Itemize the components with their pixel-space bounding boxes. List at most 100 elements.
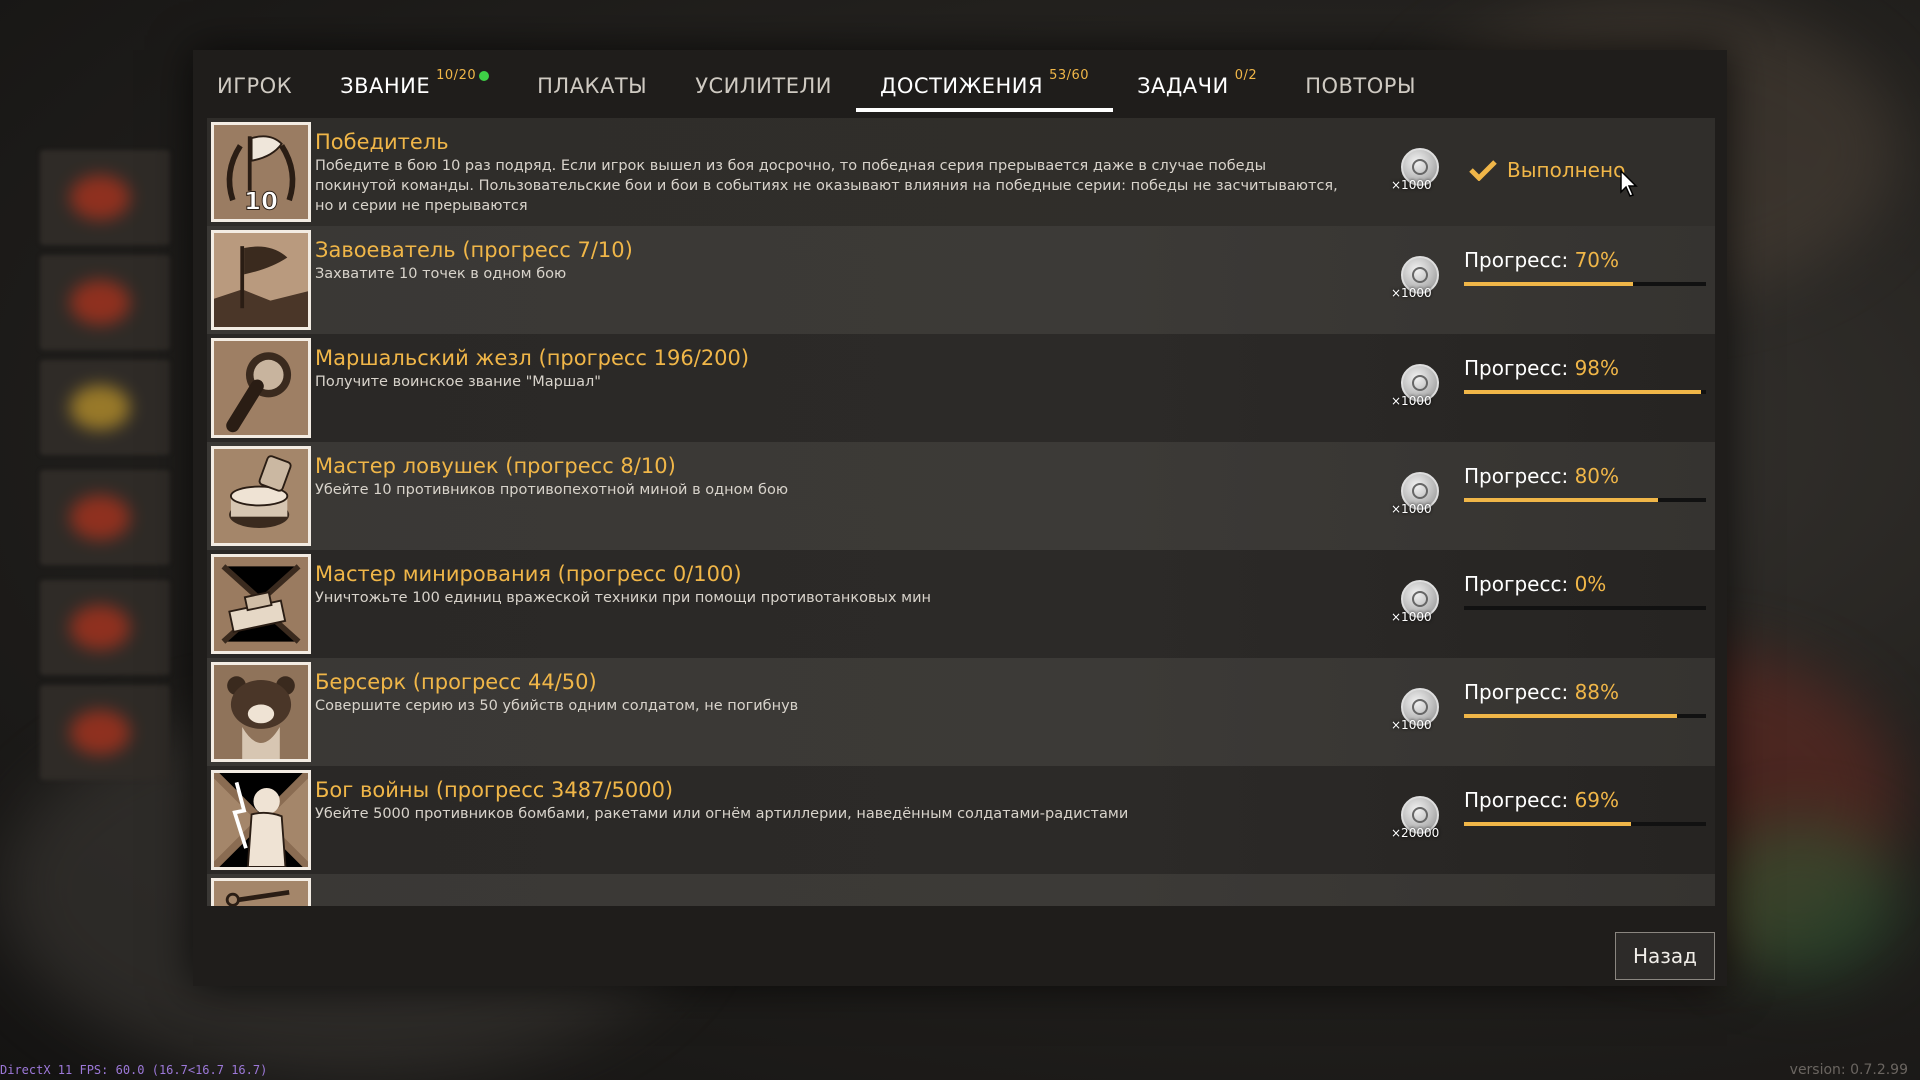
progress-percent: 0%: [1574, 572, 1607, 596]
tab-achievements[interactable]: ДОСТИЖЕНИЯ 53/60: [855, 64, 1114, 112]
tab-rank[interactable]: ЗВАНИЕ 10/20: [316, 64, 513, 112]
tab-player[interactable]: ИГРОК: [193, 64, 316, 112]
marshal-baton-icon: [211, 338, 311, 438]
reward-amount: ×1000: [1391, 610, 1432, 624]
achievement-description: Победите в бою 10 раз подряд. Если игрок…: [315, 158, 1338, 214]
completed-label: Выполнено: [1507, 158, 1626, 182]
reward-medal: ×20000: [1391, 796, 1441, 840]
progress-bar-fill: [1464, 822, 1631, 826]
zeus-lightning-icon: [211, 770, 311, 870]
progress-bar: [1464, 822, 1706, 826]
tab-replays[interactable]: ПОВТОРЫ: [1281, 64, 1440, 112]
achievement-list[interactable]: 10 Победитель Победите в бою 10 раз подр…: [207, 118, 1715, 906]
progress-label: Прогресс:: [1464, 572, 1569, 596]
progress-bar-fill: [1464, 714, 1677, 718]
tab-posters[interactable]: ПЛАКАТЫ: [513, 64, 671, 112]
achievement-row[interactable]: Маршальский жезл (прогресс 196/200) Полу…: [207, 334, 1715, 442]
progress-indicator: Прогресс: 70%: [1464, 248, 1708, 288]
progress-bar-fill: [1464, 498, 1658, 502]
achievement-row[interactable]: Завоеватель (прогресс 7/10) Захватите 10…: [207, 226, 1715, 334]
achievement-title: Победитель: [315, 130, 449, 154]
tab-badge: 53/60: [1049, 68, 1090, 83]
tab-tasks[interactable]: ЗАДАЧИ 0/2: [1113, 64, 1281, 112]
achievements-panel: ИГРОК ЗВАНИЕ 10/20 ПЛАКАТЫ УСИЛИТЕЛИ ДОСТ…: [193, 50, 1727, 986]
reward-amount: ×1000: [1391, 394, 1432, 408]
achievement-description: Убейте 10 противников противопехотной ми…: [315, 482, 789, 498]
progress-percent: 98%: [1574, 356, 1620, 380]
notification-dot-icon: [479, 71, 490, 81]
progress-bar: [1464, 606, 1706, 610]
tab-label: УСИЛИТЕЛИ: [695, 74, 832, 98]
achievement-title: Берсерк (прогресс 44/50): [315, 670, 597, 694]
achievement-row[interactable]: Мастер ловушек (прогресс 8/10) Убейте 10…: [207, 442, 1715, 550]
achievement-description: Получите воинское звание "Маршал": [315, 374, 601, 390]
reward-amount: ×1000: [1391, 718, 1432, 732]
progress-percent: 69%: [1574, 788, 1620, 812]
achievement-icon: [211, 878, 311, 906]
tab-label: ПЛАКАТЫ: [537, 74, 648, 98]
reward-medal: ×1000: [1391, 148, 1441, 192]
progress-label: Прогресс:: [1464, 356, 1569, 380]
achievement-row[interactable]: Мастер минирования (прогресс 0/100) Унич…: [207, 550, 1715, 658]
achievement-description: Убейте 5000 противников бомбами, ракетам…: [315, 806, 1129, 822]
progress-indicator: Прогресс: 80%: [1464, 464, 1708, 504]
back-button[interactable]: Назад: [1615, 932, 1715, 980]
achievement-description: Захватите 10 точек в одном бою: [315, 266, 567, 282]
progress-indicator: Прогресс: 0%: [1464, 572, 1708, 612]
achievement-row[interactable]: Берсерк (прогресс 44/50) Совершите серию…: [207, 658, 1715, 766]
checkmark-icon: [1469, 160, 1497, 181]
tab-badge: 10/20: [436, 68, 477, 83]
progress-bar: [1464, 390, 1706, 394]
reward-amount: ×20000: [1391, 826, 1440, 840]
svg-text:10: 10: [244, 187, 278, 216]
achievement-row[interactable]: 10 Победитель Победите в бою 10 раз подр…: [207, 118, 1715, 226]
progress-indicator: Прогресс: 69%: [1464, 788, 1708, 828]
progress-bar: [1464, 282, 1706, 286]
tab-label: ЗВАНИЕ: [340, 74, 431, 98]
achievement-title: Мастер ловушек (прогресс 8/10): [315, 454, 676, 478]
reward-medal: ×1000: [1391, 580, 1441, 624]
progress-percent: 88%: [1574, 680, 1620, 704]
progress-bar-fill: [1464, 282, 1634, 286]
tab-bar: ИГРОК ЗВАНИЕ 10/20 ПЛАКАТЫ УСИЛИТЕЛИ ДОСТ…: [193, 50, 1727, 118]
reward-medal: ×1000: [1391, 472, 1441, 516]
tab-boosters[interactable]: УСИЛИТЕЛИ: [671, 64, 856, 112]
flag-icon: [211, 230, 311, 330]
reward-amount: ×1000: [1391, 178, 1432, 192]
achievement-title: Бог войны (прогресс 3487/5000): [315, 778, 674, 802]
tab-label: ИГРОК: [217, 74, 293, 98]
bear-warrior-icon: [211, 662, 311, 762]
progress-label: Прогресс:: [1464, 788, 1569, 812]
version-label: version: 0.7.2.99: [1789, 1062, 1908, 1078]
progress-bar-fill: [1464, 390, 1702, 394]
progress-percent: 80%: [1574, 464, 1620, 488]
reward-amount: ×1000: [1391, 286, 1432, 300]
progress-label: Прогресс:: [1464, 464, 1569, 488]
progress-percent: 70%: [1574, 248, 1620, 272]
achievement-title: Мастер минирования (прогресс 0/100): [315, 562, 742, 586]
tab-label: ПОВТОРЫ: [1305, 74, 1416, 98]
tab-label: ДОСТИЖЕНИЯ: [879, 74, 1044, 98]
progress-label: Прогресс:: [1464, 680, 1569, 704]
flag-laurel-10-icon: 10: [211, 122, 311, 222]
achievement-title: Маршальский жезл (прогресс 196/200): [315, 346, 750, 370]
mouse-cursor-icon: [1620, 170, 1638, 197]
tab-badge: 0/2: [1234, 68, 1258, 83]
progress-bar: [1464, 498, 1706, 502]
fps-counter: DirectX 11 FPS: 60.0 (16.7<16.7 16.7): [0, 1063, 268, 1077]
landmine-icon: [211, 446, 311, 546]
progress-indicator: Прогресс: 88%: [1464, 680, 1708, 720]
achievement-row[interactable]: Бог войны (прогресс 3487/5000) Убейте 50…: [207, 766, 1715, 874]
achievement-description: Уничтожьте 100 единиц вражеской техники …: [315, 590, 932, 606]
tank-explosion-icon: [211, 554, 311, 654]
tab-label: ЗАДАЧИ: [1137, 74, 1229, 98]
reward-amount: ×1000: [1391, 502, 1432, 516]
achievement-row[interactable]: [207, 874, 1715, 906]
progress-bar: [1464, 714, 1706, 718]
reward-medal: ×1000: [1391, 256, 1441, 300]
achievement-title: Завоеватель (прогресс 7/10): [315, 238, 633, 262]
achievement-description: Совершите серию из 50 убийств одним солд…: [315, 698, 799, 714]
reward-medal: ×1000: [1391, 364, 1441, 408]
completed-status: Выполнено: [1469, 158, 1625, 182]
progress-label: Прогресс:: [1464, 248, 1569, 272]
